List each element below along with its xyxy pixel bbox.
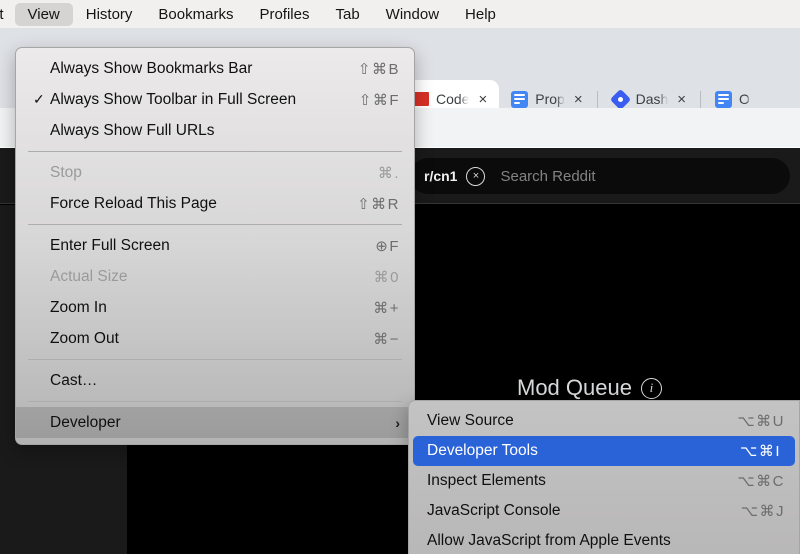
submenu-item-shortcut: ⌥⌘C	[737, 473, 785, 490]
menu-item-label: Always Show Toolbar in Full Screen	[50, 90, 297, 108]
info-icon[interactable]: i	[640, 377, 662, 399]
menu-item-label: Force Reload This Page	[50, 194, 217, 212]
submenu-item-label: JavaScript Console	[427, 502, 561, 519]
menubar-item-tab[interactable]: Tab	[322, 3, 372, 26]
submenu-item-developer-tools[interactable]: Developer Tools ⌥⌘I	[413, 436, 795, 466]
menubar-item-profiles[interactable]: Profiles	[246, 3, 322, 26]
menu-item-label: Developer	[50, 413, 121, 431]
menu-item-shortcut: ⊕F	[375, 237, 400, 255]
tab-divider	[700, 91, 702, 109]
menu-item-label: Zoom In	[50, 298, 107, 316]
menu-item-shortcut: ⇧⌘R	[357, 195, 400, 213]
screen: Code × Prop × Dash × O r/cn1 × Search Re…	[0, 0, 800, 554]
tab-title: Prop	[535, 91, 565, 107]
menubar-item-view[interactable]: View	[14, 2, 73, 26]
menu-item-zoom-out[interactable]: Zoom Out ⌘−	[16, 323, 414, 354]
menu-item-enter-full-screen[interactable]: Enter Full Screen ⊕F	[16, 230, 414, 261]
subreddit-chip[interactable]: r/cn1	[424, 168, 457, 184]
menu-item-label: Cast…	[50, 371, 98, 389]
menu-item-actual-size: Actual Size ⌘0	[16, 261, 414, 292]
menu-item-always-show-bookmarks-bar[interactable]: Always Show Bookmarks Bar ⇧⌘B	[16, 53, 414, 84]
blue-diamond-icon	[609, 88, 631, 110]
menu-item-zoom-in[interactable]: Zoom In ⌘+	[16, 292, 414, 323]
menu-item-force-reload-this-page[interactable]: Force Reload This Page ⇧⌘R	[16, 188, 414, 219]
developer-submenu: View Source ⌥⌘U Developer Tools ⌥⌘I Insp…	[408, 400, 800, 554]
menu-item-cast[interactable]: Cast…	[16, 365, 414, 396]
menu-separator	[28, 359, 402, 360]
menubar-item-bookmarks[interactable]: Bookmarks	[145, 3, 246, 26]
submenu-item-shortcut: ⌥⌘I	[740, 443, 781, 460]
menu-item-shortcut: ⌘−	[373, 330, 400, 348]
close-icon[interactable]: ×	[572, 90, 585, 109]
google-docs-icon	[715, 90, 733, 108]
submenu-item-label: Allow JavaScript from Apple Events	[427, 532, 671, 549]
menu-item-label: Always Show Bookmarks Bar	[50, 59, 253, 77]
menu-separator	[28, 151, 402, 152]
menubar-item-history[interactable]: History	[73, 3, 146, 26]
menu-item-shortcut: ⌘.	[377, 164, 400, 182]
submenu-item-allow-javascript-from-apple-events[interactable]: Allow JavaScript from Apple Events	[409, 526, 799, 554]
submenu-item-inspect-elements[interactable]: Inspect Elements ⌥⌘C	[409, 466, 799, 496]
menubar-item-help[interactable]: Help	[452, 3, 509, 26]
page-title-label: Mod Queue	[517, 375, 632, 400]
menu-item-label: Stop	[50, 163, 82, 181]
submenu-item-shortcut: ⌥⌘J	[740, 503, 785, 520]
page-title: Mod Queue i	[517, 375, 662, 401]
submenu-item-shortcut: ⌥⌘U	[737, 413, 785, 430]
tab-title: Code	[436, 91, 470, 107]
menu-item-shortcut: ⇧⌘B	[357, 60, 400, 78]
menu-item-stop: Stop ⌘.	[16, 157, 414, 188]
menu-item-label: Enter Full Screen	[50, 236, 170, 254]
menu-item-label: Actual Size	[50, 267, 128, 285]
google-docs-icon	[511, 90, 529, 108]
menu-separator	[28, 224, 402, 225]
menu-separator	[28, 401, 402, 402]
clear-icon[interactable]: ×	[466, 166, 486, 186]
macos-menubar: it View History Bookmarks Profiles Tab W…	[0, 0, 800, 28]
submenu-item-javascript-console[interactable]: JavaScript Console ⌥⌘J	[409, 496, 799, 526]
checkmark-icon: ✓	[33, 91, 45, 107]
menu-item-developer[interactable]: Developer ›	[16, 407, 414, 438]
menu-item-shortcut: ⌘0	[373, 268, 400, 286]
menubar-item-edit[interactable]: it	[0, 3, 15, 26]
view-dropdown-menu: Always Show Bookmarks Bar ⇧⌘B ✓ Always S…	[15, 47, 415, 445]
tab-title: O	[739, 91, 750, 107]
submenu-item-view-source[interactable]: View Source ⌥⌘U	[409, 406, 799, 436]
tab-divider	[596, 91, 598, 109]
menubar-item-window[interactable]: Window	[373, 3, 452, 26]
search-input[interactable]: r/cn1 × Search Reddit	[410, 158, 790, 194]
menu-item-shortcut: ⌘+	[373, 299, 400, 317]
submenu-item-label: Developer Tools	[427, 442, 538, 459]
tab-title: Dash	[635, 91, 669, 107]
search-placeholder: Search Reddit	[500, 167, 596, 185]
menu-item-shortcut: ⇧⌘F	[358, 91, 400, 109]
menu-item-label: Always Show Full URLs	[50, 121, 215, 139]
submenu-item-label: View Source	[427, 412, 514, 429]
menu-item-always-show-full-urls[interactable]: Always Show Full URLs	[16, 115, 414, 146]
close-icon[interactable]: ×	[476, 90, 489, 109]
chevron-right-icon: ›	[395, 414, 400, 431]
submenu-item-label: Inspect Elements	[427, 472, 546, 489]
menu-item-always-show-toolbar-in-full-screen[interactable]: ✓ Always Show Toolbar in Full Screen ⇧⌘F	[16, 84, 414, 115]
menu-item-label: Zoom Out	[50, 329, 119, 347]
close-icon[interactable]: ×	[675, 90, 688, 109]
